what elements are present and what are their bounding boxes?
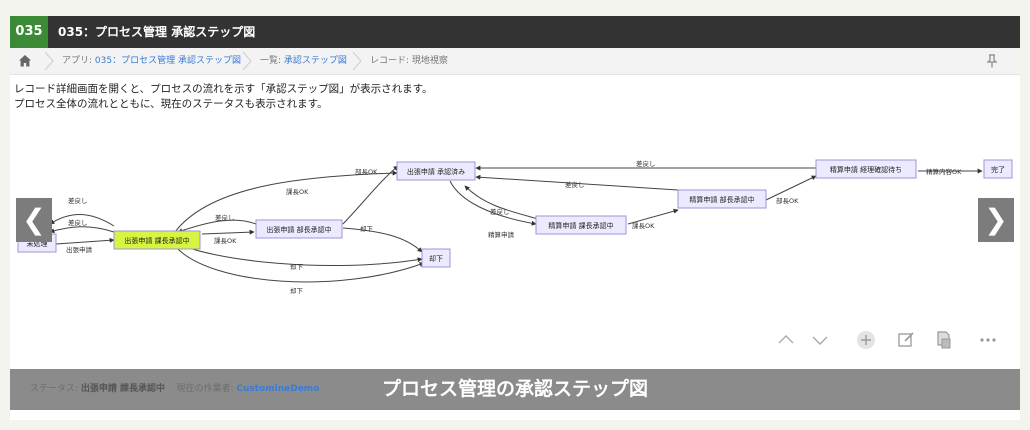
edge-label: 差戻し: [490, 207, 510, 216]
node-rejected: 却下: [421, 248, 451, 268]
breadcrumb-record: レコード: 現地視察: [370, 56, 448, 66]
node-done: 完了: [983, 159, 1013, 179]
next-record-button[interactable]: [808, 328, 832, 352]
slide-caption: プロセス管理の承認ステップ図: [381, 378, 648, 400]
edge-label: 精算内容OK: [926, 167, 962, 176]
duplicate-record-button[interactable]: [932, 328, 956, 352]
pin-icon[interactable]: [986, 54, 998, 68]
edge: [174, 241, 423, 267]
edge-label: 差戻し: [215, 213, 235, 222]
breadcrumb-separator: [242, 52, 252, 70]
edge-label: 課長OK: [632, 221, 655, 230]
edge: [55, 237, 115, 245]
node-approved: 出張申請 承認済み: [396, 161, 476, 181]
breadcrumb-list[interactable]: 一覧: 承認ステップ図: [260, 48, 347, 74]
svg-text:出張申請 承認済み: 出張申請 承認済み: [407, 167, 465, 176]
status-caption-bar: ステータス: 出張申請 課長承認中 現在の作業者: CustomineDemo …: [10, 369, 1020, 410]
edge-label: 差戻し: [636, 159, 656, 168]
edge: [201, 229, 255, 235]
description-line: プロセス全体の流れとともに、現在のステータスも表示されます。: [14, 98, 328, 110]
edge-label: 却下: [360, 224, 374, 233]
node-expense-accounting: 精算申請 経理確認待ち: [815, 159, 917, 179]
edge-label: 差戻し: [68, 218, 88, 227]
app-number-badge: 035: [10, 16, 48, 48]
edge: [342, 227, 423, 253]
edge-label: 課長OK: [214, 236, 237, 245]
edge-label: 精算申請: [488, 230, 515, 239]
edit-record-button[interactable]: [894, 328, 918, 352]
edge-label: 出張申請: [66, 245, 93, 254]
node-expense-chief: 精算申請 課長承認中: [535, 215, 627, 235]
edge-label: 差戻し: [68, 196, 88, 205]
breadcrumb-app[interactable]: アプリ: 035：プロセス管理 承認ステップ図: [62, 48, 241, 74]
edge-label: 却下: [290, 262, 304, 271]
prev-record-button[interactable]: [774, 328, 798, 352]
edge: [49, 226, 115, 234]
edge-label: 却下: [290, 286, 304, 295]
breadcrumb-separator: [352, 52, 362, 70]
svg-text:精算申請 課長承認中: 精算申請 課長承認中: [548, 221, 613, 230]
svg-text:却下: 却下: [429, 254, 443, 263]
app-header: 035 035：プロセス管理 承認ステップ図: [10, 16, 1020, 48]
approval-step-diagram: 未処理 出張申請 課長承認中 出張申請 部長承認中 出張申請 承認済み 却下 精…: [17, 159, 1013, 295]
app-title: 035：プロセス管理 承認ステップ図: [58, 25, 256, 39]
record-toolbar: [770, 328, 1010, 352]
edge-label: 部長OK: [776, 196, 799, 205]
breadcrumb-separator: [44, 52, 54, 70]
next-slide-button[interactable]: ❯: [978, 198, 1014, 242]
viewer-frame: 035 035：プロセス管理 承認ステップ図 アプリ: 035：プロセス管理 承…: [10, 16, 1020, 420]
prev-slide-button[interactable]: ❮: [16, 198, 52, 242]
description-line: レコード詳細画面を開くと、プロセスの流れを示す「承認ステップ図」が表示されます。: [14, 83, 433, 95]
edge-label: 部長OK: [355, 167, 378, 176]
home-icon[interactable]: [18, 54, 32, 68]
svg-text:精算申請 経理確認待ち: 精算申請 経理確認待ち: [830, 165, 902, 174]
edge: [449, 180, 537, 226]
svg-text:完了: 完了: [991, 165, 1005, 174]
chevron-left-icon: ❮: [22, 203, 46, 236]
svg-text:精算申請 部長承認中: 精算申請 部長承認中: [689, 195, 754, 204]
breadcrumb: アプリ: 035：プロセス管理 承認ステップ図 一覧: 承認ステップ図 レコード…: [10, 48, 1020, 75]
more-options-button[interactable]: [976, 328, 1000, 352]
svg-text:出張申請 部長承認中: 出張申請 部長承認中: [266, 225, 331, 234]
node-dept-chief-current: 出張申請 課長承認中: [113, 230, 201, 250]
node-expense-head: 精算申請 部長承認中: [677, 189, 767, 209]
node-dept-head: 出張申請 部長承認中: [255, 219, 343, 239]
svg-text:出張申請 課長承認中: 出張申請 課長承認中: [124, 236, 189, 245]
edge-label: 差戻し: [565, 180, 585, 189]
description: レコード詳細画面を開くと、プロセスの流れを示す「承認ステップ図」が表示されます。…: [14, 82, 433, 112]
add-record-button[interactable]: [854, 328, 878, 352]
chevron-right-icon: ❯: [984, 203, 1008, 236]
edge-label: 課長OK: [286, 187, 309, 196]
